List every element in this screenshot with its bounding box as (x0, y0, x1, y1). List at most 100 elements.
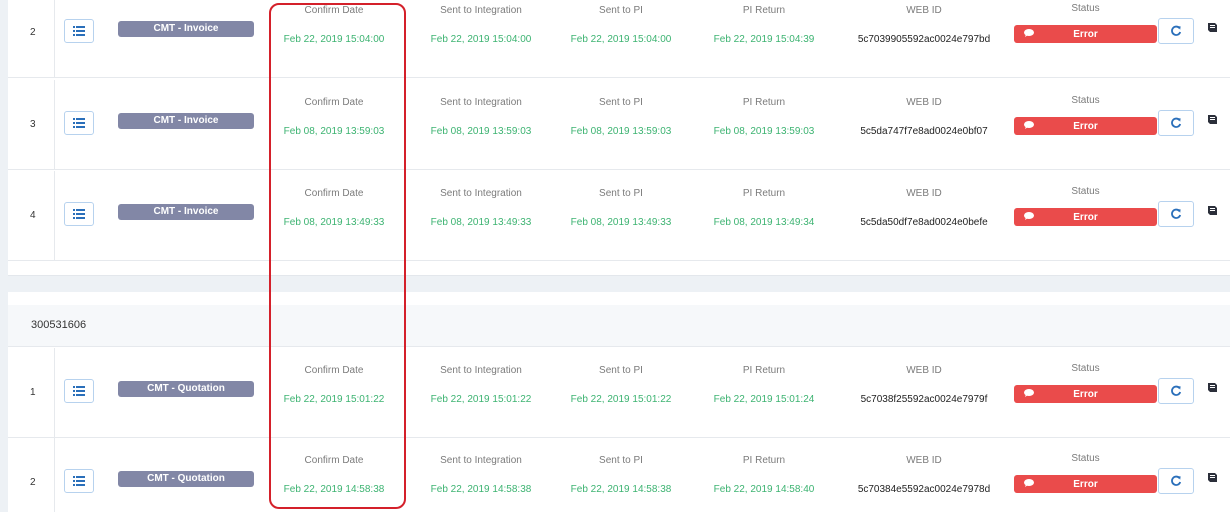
status-label: Status (1071, 3, 1100, 14)
sent-to-integration-cell: Sent to Integration Feb 22, 2019 15:01:2… (416, 365, 546, 405)
book-icon[interactable] (1207, 472, 1218, 483)
web-id-label: WEB ID (906, 365, 942, 376)
confirm-date-value: Feb 22, 2019 14:58:38 (283, 484, 385, 495)
pi-return-cell: PI Return Feb 22, 2019 15:04:39 (704, 5, 824, 45)
details-list-button[interactable] (64, 19, 94, 43)
refresh-button[interactable] (1158, 378, 1194, 404)
confirm-date-value: Feb 08, 2019 13:49:33 (283, 217, 385, 228)
web-id-label: WEB ID (906, 188, 942, 199)
confirm-date-label: Confirm Date (304, 188, 364, 199)
web-id-cell: WEB ID 5c7038f25592ac0024e7979f (844, 365, 1004, 405)
web-id-cell: WEB ID 5c5da747f7e8ad0024e0bf07 (844, 97, 1004, 137)
web-id-value: 5c7038f25592ac0024e7979f (860, 394, 988, 405)
sent-to-integration-cell: Sent to Integration Feb 22, 2019 14:58:3… (416, 455, 546, 495)
sent-to-integration-cell: Sent to Integration Feb 08, 2019 13:49:3… (416, 188, 546, 228)
details-list-button[interactable] (64, 202, 94, 226)
row-index: 2 (30, 477, 36, 488)
web-id-value: 5c5da50df7e8ad0024e0befe (860, 217, 988, 228)
row-divider (54, 348, 55, 437)
document-type-badge: CMT - Invoice (118, 21, 254, 37)
confirm-date-value: Feb 08, 2019 13:59:03 (283, 126, 385, 137)
sent-to-pi-label: Sent to PI (599, 365, 643, 376)
web-id-value: 5c7039905592ac0024e797bd (857, 34, 991, 45)
pi-return-value: Feb 08, 2019 13:49:34 (713, 217, 815, 228)
table-row: 2 CMT - Invoice Confirm Date Feb 22, 201… (8, 0, 1230, 78)
confirm-date-value: Feb 22, 2019 15:01:22 (283, 394, 385, 405)
pi-return-cell: PI Return Feb 08, 2019 13:59:03 (704, 97, 824, 137)
status-text: Error (1073, 29, 1098, 40)
refresh-button[interactable] (1158, 18, 1194, 44)
refresh-icon (1171, 208, 1182, 219)
refresh-icon (1171, 117, 1182, 128)
status-badge: Error (1014, 208, 1157, 226)
list-icon (73, 118, 85, 128)
sent-to-pi-label: Sent to PI (599, 455, 643, 466)
refresh-button[interactable] (1158, 201, 1194, 227)
status-badge: Error (1014, 25, 1157, 43)
refresh-icon (1171, 385, 1182, 396)
sent-to-pi-cell: Sent to PI Feb 22, 2019 15:04:00 (561, 5, 681, 45)
pi-return-value: Feb 22, 2019 14:58:40 (713, 484, 815, 495)
confirm-date-cell: Confirm Date Feb 08, 2019 13:49:33 (274, 188, 394, 228)
confirm-date-cell: Confirm Date Feb 22, 2019 14:58:38 (274, 455, 394, 495)
table-row: 4 CMT - Invoice Confirm Date Feb 08, 201… (8, 171, 1230, 261)
sent-to-pi-cell: Sent to PI Feb 08, 2019 13:49:33 (561, 188, 681, 228)
status-text: Error (1073, 121, 1098, 132)
details-list-button[interactable] (64, 379, 94, 403)
details-list-button[interactable] (64, 469, 94, 493)
sent-to-integration-value: Feb 22, 2019 14:58:38 (430, 484, 532, 495)
list-icon (73, 209, 85, 219)
pi-return-cell: PI Return Feb 22, 2019 15:01:24 (704, 365, 824, 405)
sent-to-pi-value: Feb 08, 2019 13:59:03 (570, 126, 672, 137)
status-label: Status (1071, 186, 1100, 197)
details-list-button[interactable] (64, 111, 94, 135)
web-id-label: WEB ID (906, 455, 942, 466)
confirm-date-label: Confirm Date (304, 5, 364, 16)
pi-return-label: PI Return (742, 188, 786, 199)
confirm-date-cell: Confirm Date Feb 22, 2019 15:01:22 (274, 365, 394, 405)
web-id-label: WEB ID (906, 5, 942, 16)
status-label: Status (1071, 95, 1100, 106)
web-id-cell: WEB ID 5c70384e5592ac0024e7978d (844, 455, 1004, 495)
sent-to-pi-label: Sent to PI (599, 188, 643, 199)
refresh-icon (1171, 475, 1182, 486)
status-text: Error (1073, 479, 1098, 490)
pi-return-label: PI Return (742, 455, 786, 466)
sent-to-integration-value: Feb 08, 2019 13:49:33 (430, 217, 532, 228)
book-icon[interactable] (1207, 382, 1218, 393)
row-index: 3 (30, 119, 36, 130)
book-icon[interactable] (1207, 205, 1218, 216)
confirm-date-label: Confirm Date (304, 365, 364, 376)
refresh-button[interactable] (1158, 110, 1194, 136)
book-icon[interactable] (1207, 22, 1218, 33)
status-badge: Error (1014, 117, 1157, 135)
pi-return-value: Feb 22, 2019 15:01:24 (713, 394, 815, 405)
table-row: 2 CMT - Quotation Confirm Date Feb 22, 2… (8, 438, 1230, 512)
sent-to-integration-cell: Sent to Integration Feb 08, 2019 13:59:0… (416, 97, 546, 137)
sent-to-pi-cell: Sent to PI Feb 22, 2019 15:01:22 (561, 365, 681, 405)
status-label: Status (1071, 363, 1100, 374)
document-type-badge: CMT - Quotation (118, 381, 254, 397)
group-header: 300531606 (8, 305, 1230, 347)
refresh-button[interactable] (1158, 468, 1194, 494)
sent-to-integration-value: Feb 22, 2019 15:01:22 (430, 394, 532, 405)
list-icon (73, 26, 85, 36)
sent-to-integration-label: Sent to Integration (440, 5, 522, 16)
row-index: 2 (30, 27, 36, 38)
sent-to-pi-cell: Sent to PI Feb 08, 2019 13:59:03 (561, 97, 681, 137)
book-icon[interactable] (1207, 114, 1218, 125)
pi-return-cell: PI Return Feb 08, 2019 13:49:34 (704, 188, 824, 228)
list-icon (73, 386, 85, 396)
web-id-value: 5c70384e5592ac0024e7978d (857, 484, 991, 495)
sent-to-pi-value: Feb 22, 2019 15:01:22 (570, 394, 672, 405)
status-badge: Error (1014, 475, 1157, 493)
sent-to-integration-value: Feb 08, 2019 13:59:03 (430, 126, 532, 137)
table-row: 1 CMT - Quotation Confirm Date Feb 22, 2… (8, 348, 1230, 438)
sent-to-pi-value: Feb 22, 2019 15:04:00 (570, 34, 672, 45)
confirm-date-label: Confirm Date (304, 455, 364, 466)
sent-to-pi-label: Sent to PI (599, 97, 643, 108)
pi-return-label: PI Return (742, 97, 786, 108)
document-type-badge: CMT - Quotation (118, 471, 254, 487)
web-id-cell: WEB ID 5c7039905592ac0024e797bd (844, 5, 1004, 45)
list-icon (73, 476, 85, 486)
